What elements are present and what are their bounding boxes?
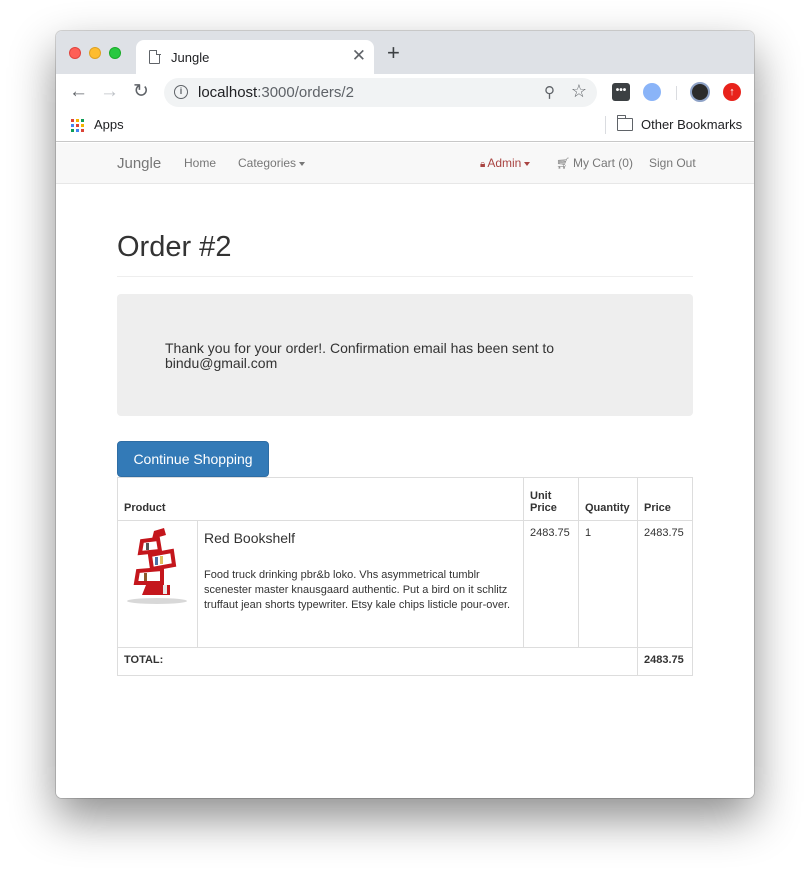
continue-shopping-button[interactable]: Continue Shopping (117, 441, 269, 477)
title-divider (117, 276, 693, 277)
caret-down-icon (299, 161, 306, 166)
unit-price-cell: 2483.75 (523, 520, 579, 648)
apps-grid-dot (76, 124, 79, 127)
browser-toolbar: ← → ↻ i localhost:3000/orders/2 ⚲ ☆ ••• … (56, 74, 754, 111)
extension-icon[interactable]: ••• (612, 83, 630, 101)
table-row: Red Bookshelf Food truck drinking pbr&b … (117, 520, 693, 648)
apps-bookmark[interactable]: Apps (94, 117, 124, 132)
order-table: Product Unit Price Quantity Price Red Bo… (117, 477, 693, 676)
page-title: Order #2 (117, 231, 232, 263)
other-bookmarks[interactable]: Other Bookmarks (641, 117, 742, 132)
nav-categories-label: Categories (238, 156, 297, 170)
url-host: localhost (198, 84, 258, 101)
header-unit-price: Unit Price (523, 477, 579, 521)
apps-grid-dot (81, 119, 84, 122)
url-text[interactable]: localhost:3000/orders/2 (198, 84, 354, 101)
bookmarks-bar: Apps Other Bookmarks (56, 111, 754, 142)
nav-cart[interactable]: 🛒︎ My Cart (0) (556, 156, 633, 170)
apps-grid-dot (81, 129, 84, 132)
product-name: Red Bookshelf (204, 530, 296, 546)
nav-home[interactable]: Home (184, 156, 216, 170)
nav-cart-label: My Cart (0) (572, 156, 633, 170)
product-details-cell: Red Bookshelf Food truck drinking pbr&b … (197, 520, 524, 648)
cart-icon: 🛒︎ (556, 158, 570, 170)
minimize-window-button[interactable] (89, 47, 101, 59)
product-image (127, 528, 187, 604)
back-icon[interactable]: ← (69, 80, 88, 104)
confirmation-message: Thank you for your order!. Confirmation … (165, 340, 555, 371)
quantity-cell: 1 (578, 520, 638, 648)
nav-admin-dropdown[interactable]: 🔒︎ Admin (480, 156, 531, 170)
header-product: Product (117, 477, 524, 521)
address-bar[interactable]: i localhost:3000/orders/2 ⚲ ☆ (164, 78, 597, 107)
site-navbar: Jungle Home Categories 🔒︎ Admin 🛒︎ My Cart… (56, 143, 754, 184)
total-value: 2483.75 (637, 647, 693, 676)
nav-categories-dropdown[interactable]: Categories (238, 156, 306, 170)
apps-grid-dot (71, 124, 74, 127)
price-cell: 2483.75 (637, 520, 693, 648)
header-quantity: Quantity (578, 477, 638, 521)
table-header-row: Product Unit Price Quantity Price (117, 477, 693, 521)
apps-grid-dot (76, 129, 79, 132)
maximize-window-button[interactable] (109, 47, 121, 59)
apps-grid-dot (76, 119, 79, 122)
apps-grid-dot (71, 119, 74, 122)
new-tab-icon[interactable]: + (387, 41, 400, 65)
forward-icon[interactable]: → (100, 80, 119, 104)
zoom-icon[interactable]: ⚲ (544, 83, 555, 101)
toolbar-divider (676, 86, 677, 100)
bookmark-star-icon[interactable]: ☆ (571, 81, 587, 102)
web-page: Jungle Home Categories 🔒︎ Admin 🛒︎ My Cart… (56, 143, 754, 798)
reload-icon[interactable]: ↻ (133, 80, 149, 104)
tab-title: Jungle (171, 50, 210, 65)
profile-avatar[interactable] (690, 82, 710, 102)
tab-strip: Jungle ✕ + (56, 31, 754, 74)
confirmation-panel: Thank you for your order!. Confirmation … (117, 294, 693, 416)
url-path: :3000/orders/2 (257, 84, 354, 101)
nav-signout[interactable]: Sign Out (649, 156, 696, 170)
header-price: Price (637, 477, 693, 521)
close-window-button[interactable] (69, 47, 81, 59)
close-tab-icon[interactable]: ✕ (352, 47, 366, 65)
caret-down-icon (524, 161, 531, 166)
product-image-cell (117, 520, 198, 648)
browser-tab[interactable]: Jungle ✕ (136, 40, 374, 74)
bookmarks-divider (605, 116, 606, 134)
lock-icon: 🔒︎ (480, 159, 486, 170)
document-icon (149, 49, 161, 64)
extension-icon[interactable] (643, 83, 661, 101)
apps-grid-icon[interactable] (71, 119, 84, 132)
browser-window: Jungle ✕ + ← → ↻ i localhost:3000/orders… (56, 31, 754, 798)
product-description: Food truck drinking pbr&b loko. Vhs asym… (204, 569, 511, 611)
info-icon[interactable]: i (174, 85, 188, 99)
brand-link[interactable]: Jungle (117, 155, 161, 172)
apps-grid-dot (81, 124, 84, 127)
total-row: TOTAL: 2483.75 (117, 647, 693, 676)
folder-icon[interactable] (616, 115, 633, 131)
nav-admin-label: Admin (487, 156, 522, 170)
apps-grid-dot (71, 129, 74, 132)
total-label: TOTAL: (117, 647, 638, 676)
update-icon[interactable]: ↑ (723, 83, 741, 101)
